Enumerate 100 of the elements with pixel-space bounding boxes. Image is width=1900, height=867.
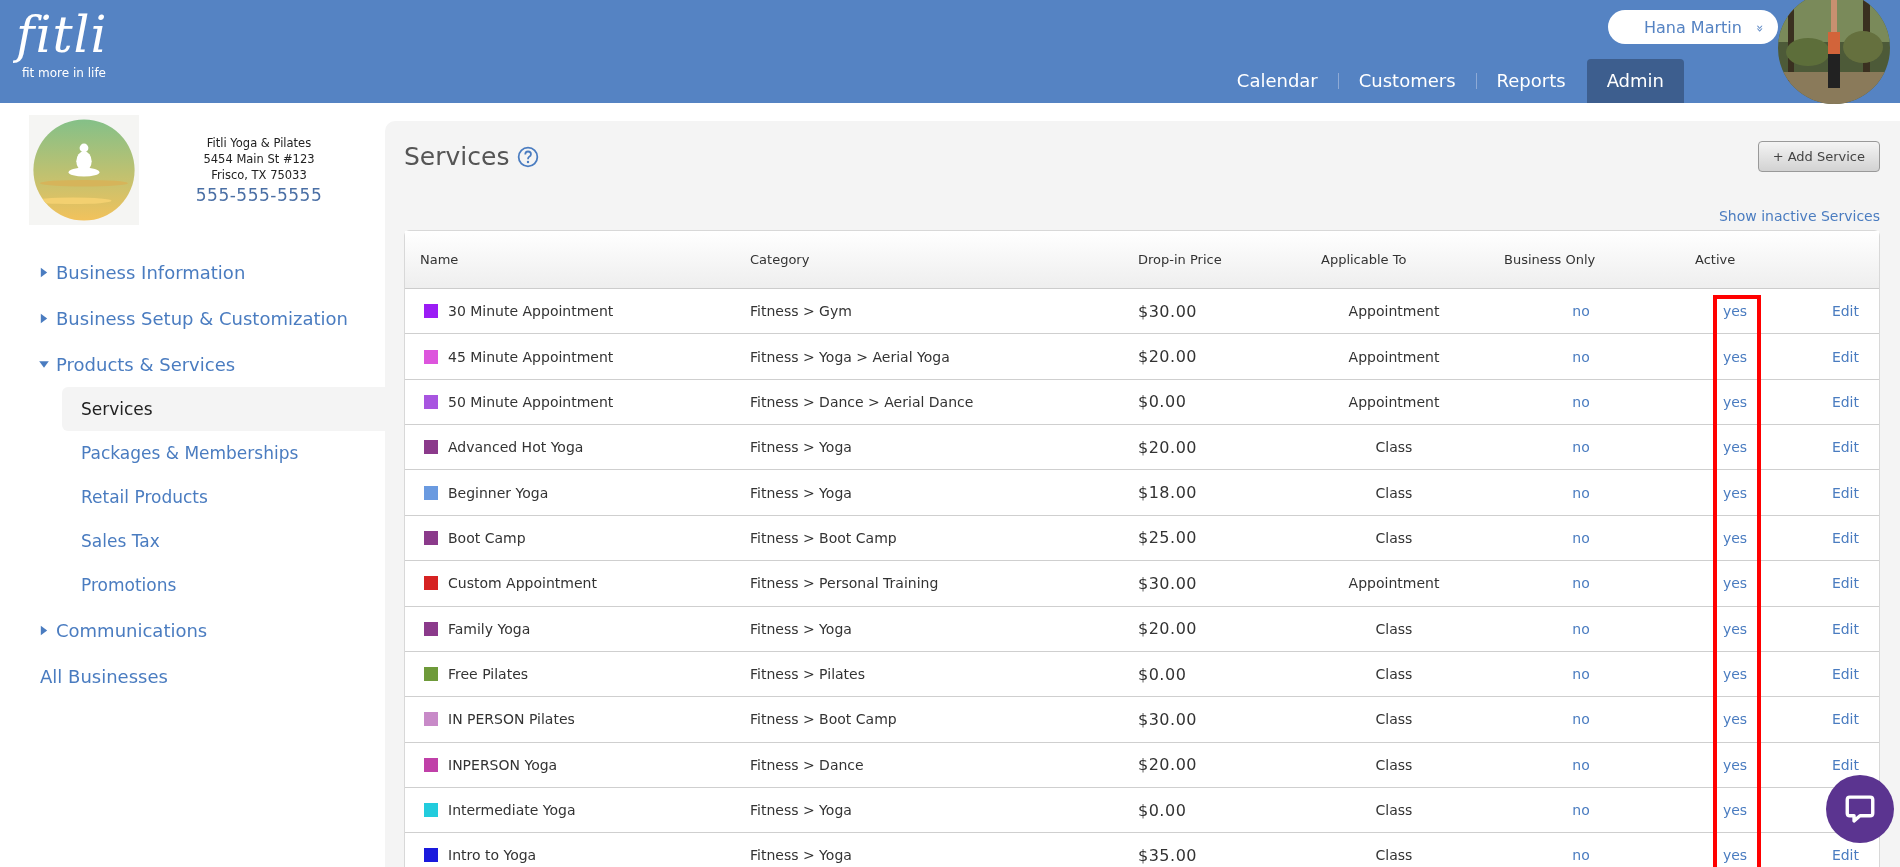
edit-link[interactable]: Edit — [1831, 666, 1859, 683]
active-link[interactable]: yes — [1722, 711, 1748, 728]
help-icon[interactable] — [517, 145, 540, 168]
table-cell: $0.00 — [1138, 800, 1187, 820]
sidebar-subitem[interactable]: Promotions — [62, 563, 385, 607]
edit-link[interactable]: Edit — [1831, 393, 1859, 410]
table-cell: Fitness > Boot Camp — [750, 529, 897, 546]
business-only-link[interactable]: no — [1572, 393, 1590, 410]
active-link[interactable]: yes — [1722, 847, 1748, 864]
business-only-link[interactable]: no — [1572, 529, 1590, 546]
business-only-link[interactable]: no — [1572, 303, 1590, 320]
sidebar-subitem[interactable]: Sales Tax — [62, 519, 385, 563]
sidebar-subitem[interactable]: Retail Products — [62, 475, 385, 519]
column-header: Drop-in Price — [1137, 252, 1223, 267]
table-cell: $20.00 — [1138, 437, 1197, 457]
service-name: 30 Minute Appointment — [448, 303, 614, 320]
business-only-link[interactable]: no — [1572, 484, 1590, 501]
service-name: 50 Minute Appointment — [448, 393, 614, 410]
active-link[interactable]: yes — [1722, 393, 1748, 410]
edit-link[interactable]: Edit — [1831, 847, 1859, 864]
active-link[interactable]: yes — [1722, 756, 1748, 773]
service-name: Free Pilates — [448, 666, 529, 683]
active-link[interactable]: yes — [1722, 303, 1748, 320]
sidebar-subitem[interactable]: Packages & Memberships — [62, 431, 385, 475]
business-city: Frisco, TX 75033 — [211, 167, 307, 183]
table-cell: Fitness > Yoga > Aerial Yoga — [750, 348, 950, 365]
business-only-link[interactable]: no — [1572, 439, 1590, 456]
column-header: Applicable To — [1320, 252, 1408, 267]
service-name: Advanced Hot Yoga — [448, 439, 584, 456]
edit-link[interactable]: Edit — [1831, 484, 1859, 501]
edit-link[interactable]: Edit — [1831, 620, 1859, 637]
tagline: fit more in life — [22, 66, 107, 80]
active-link[interactable]: yes — [1722, 666, 1748, 683]
table-cell: Appointment — [1348, 393, 1440, 410]
table-cell: Fitness > Yoga — [750, 484, 852, 501]
chat-icon — [1843, 792, 1877, 826]
active-link[interactable]: yes — [1722, 620, 1748, 637]
service-name: Custom Appointment — [448, 575, 597, 592]
table-cell: Fitness > Pilates — [750, 666, 865, 683]
sidebar-item[interactable]: Business Information — [0, 249, 385, 295]
edit-link[interactable]: Edit — [1831, 575, 1859, 592]
table-cell: Fitness > Gym — [750, 303, 852, 320]
sidebar-item[interactable]: Business Setup & Customization — [0, 295, 385, 341]
nav-tab[interactable]: Calendar — [1216, 59, 1338, 103]
column-header: Category — [749, 252, 811, 267]
edit-link[interactable]: Edit — [1831, 348, 1859, 365]
sidebar-item[interactable]: Communications — [0, 607, 385, 653]
business-only-link[interactable]: no — [1572, 847, 1590, 864]
table-cell: $30.00 — [1138, 573, 1197, 593]
table-cell: $20.00 — [1138, 619, 1197, 639]
business-only-link[interactable]: no — [1572, 575, 1590, 592]
edit-link[interactable]: Edit — [1831, 439, 1859, 456]
table-cell: $30.00 — [1138, 709, 1197, 729]
active-link[interactable]: yes — [1722, 439, 1748, 456]
edit-link[interactable]: Edit — [1831, 756, 1859, 773]
table-cell: Appointment — [1348, 575, 1440, 592]
table-cell: Class — [1375, 484, 1413, 501]
table-cell: Fitness > Yoga — [750, 847, 852, 864]
table-cell: Class — [1375, 666, 1413, 683]
sidebar-item[interactable]: All Businesses — [0, 653, 385, 699]
table-cell: Class — [1375, 847, 1413, 864]
table-cell: Fitness > Boot Camp — [750, 711, 897, 728]
business-only-link[interactable]: no — [1572, 666, 1590, 683]
service-name: INPERSON Yoga — [448, 756, 558, 773]
column-header: Name — [419, 252, 460, 267]
edit-link[interactable]: Edit — [1831, 529, 1859, 546]
nav-tab[interactable]: Admin — [1586, 59, 1684, 103]
business-only-link[interactable]: no — [1572, 756, 1590, 773]
active-link[interactable]: yes — [1722, 575, 1748, 592]
business-phone: 555-555-5555 — [195, 185, 323, 205]
business-only-link[interactable]: no — [1572, 711, 1590, 728]
table-cell: Appointment — [1348, 303, 1440, 320]
table-cell: $35.00 — [1138, 846, 1197, 865]
active-link[interactable]: yes — [1722, 348, 1748, 365]
business-only-link[interactable]: no — [1572, 802, 1590, 819]
table-cell: $25.00 — [1138, 528, 1197, 548]
user-menu-button[interactable]: Hana Martin » — [1608, 10, 1778, 44]
nav-tab[interactable]: Reports — [1476, 59, 1586, 103]
service-name: 45 Minute Appointment — [448, 348, 614, 365]
table-cell: Fitness > Personal Training — [750, 575, 939, 592]
edit-link[interactable]: Edit — [1831, 711, 1859, 728]
table-cell: $0.00 — [1138, 664, 1187, 684]
active-link[interactable]: yes — [1722, 802, 1748, 819]
active-link[interactable]: yes — [1722, 529, 1748, 546]
business-only-link[interactable]: no — [1572, 620, 1590, 637]
service-name: Family Yoga — [448, 620, 531, 637]
table-cell: Appointment — [1348, 348, 1440, 365]
sidebar-item[interactable]: Products & Services — [0, 341, 385, 387]
table-cell: Fitness > Yoga — [750, 620, 852, 637]
table-cell: $0.00 — [1138, 392, 1187, 412]
table-cell: Class — [1375, 802, 1413, 819]
business-only-link[interactable]: no — [1572, 348, 1590, 365]
edit-link[interactable]: Edit — [1831, 303, 1859, 320]
nav-tab[interactable]: Customers — [1338, 59, 1476, 103]
add-service-button[interactable]: + Add Service — [1757, 141, 1880, 172]
table-cell: Fitness > Yoga — [750, 439, 852, 456]
table-cell: $30.00 — [1138, 301, 1197, 321]
active-link[interactable]: yes — [1722, 484, 1748, 501]
business-name: Fitli Yoga & Pilates — [206, 135, 312, 151]
sidebar-subitem[interactable]: Services — [62, 387, 385, 431]
